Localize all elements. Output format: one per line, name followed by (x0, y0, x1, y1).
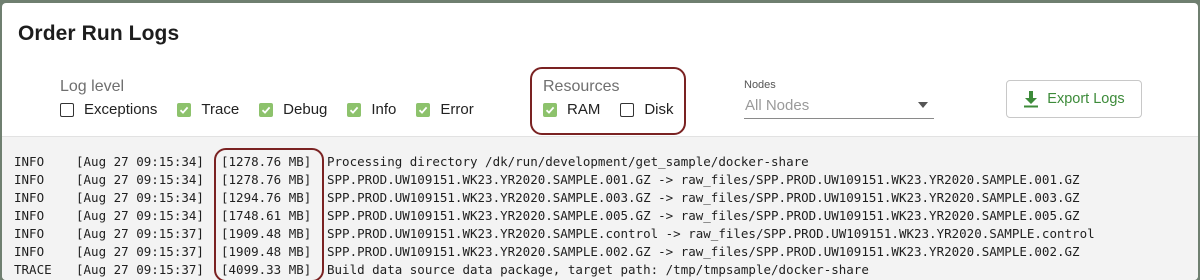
checkbox-box[interactable] (543, 102, 557, 117)
checkbox-label: Exceptions (84, 101, 158, 118)
checkbox-trace[interactable]: Trace (177, 101, 239, 118)
log-line: INFO [Aug 27 09:15:34] [1278.76 MB] SPP.PRO… (14, 171, 1095, 189)
log-line: TRACE [Aug 27 09:15:37] [4099.33 MB] Build … (14, 261, 1095, 279)
export-logs-button[interactable]: Export Logs (1006, 80, 1142, 118)
export-logs-label: Export Logs (1047, 91, 1125, 107)
log-timestamp: [Aug 27 09:15:37] (76, 262, 204, 277)
log-message: SPP.PROD.UW109151.WK23.YR2020.SAMPLE.001… (327, 172, 1080, 187)
log-level: INFO (14, 172, 45, 187)
log-message: SPP.PROD.UW109151.WK23.YR2020.SAMPLE.con… (327, 226, 1095, 241)
log-timestamp: [Aug 27 09:15:34] (76, 208, 204, 223)
checkbox-box[interactable] (416, 102, 431, 117)
log-timestamp: [Aug 27 09:15:34] (76, 172, 204, 187)
log-message: SPP.PROD.UW109151.WK23.YR2020.SAMPLE.003… (327, 190, 1080, 205)
resources-label: Resources (543, 78, 620, 95)
download-icon (1023, 90, 1039, 108)
log-output[interactable]: INFO [Aug 27 09:15:34] [1278.76 MB] Process… (2, 136, 1198, 280)
nodes-label: Nodes (744, 79, 776, 91)
log-message: Processing directory /dk/run/development… (327, 154, 809, 169)
log-timestamp: [Aug 27 09:15:34] (76, 154, 204, 169)
log-timestamp: [Aug 27 09:15:34] (76, 190, 204, 205)
checkbox-disk[interactable]: Disk (620, 101, 674, 118)
log-level: INFO (14, 208, 45, 223)
checkbox-box[interactable] (259, 102, 274, 117)
checkbox-exceptions[interactable]: Exceptions (60, 101, 157, 118)
log-message: Build data source data package, target p… (327, 262, 869, 277)
checkbox-box[interactable] (60, 102, 74, 117)
nodes-select-value: All Nodes (745, 97, 810, 114)
log-level: TRACE (14, 262, 52, 277)
checkbox-debug[interactable]: Debug (259, 101, 327, 118)
resources-options: RAM Disk (543, 101, 694, 118)
checkbox-label: Info (371, 101, 397, 118)
log-timestamp: [Aug 27 09:15:37] (76, 244, 204, 259)
log-line: INFO [Aug 27 09:15:37] [1909.48 MB] SPP.PRO… (14, 225, 1095, 243)
memory-column-highlight (214, 148, 324, 280)
dialog-title: Order Run Logs (18, 22, 180, 45)
log-line: INFO [Aug 27 09:15:34] [1294.76 MB] SPP.PRO… (14, 189, 1095, 207)
log-level: INFO (14, 244, 45, 259)
nodes-select[interactable]: All Nodes (744, 93, 934, 119)
log-message: SPP.PROD.UW109151.WK23.YR2020.SAMPLE.002… (327, 244, 1080, 259)
log-line: INFO [Aug 27 09:15:34] [1748.61 MB] SPP.PRO… (14, 207, 1095, 225)
checkbox-label: Trace (201, 101, 240, 118)
log-message: SPP.PROD.UW109151.WK23.YR2020.SAMPLE.005… (327, 208, 1080, 223)
checkbox-error[interactable]: Error (416, 101, 474, 118)
log-line: INFO [Aug 27 09:15:37] [1909.48 MB] SPP.PRO… (14, 243, 1095, 261)
checkbox-box[interactable] (177, 102, 192, 117)
checkbox-box[interactable] (620, 102, 635, 117)
log-level-options: Exceptions Trace Debug Info Error (60, 101, 494, 118)
checkbox-label: RAM (567, 101, 601, 118)
checkbox-label: Disk (644, 101, 674, 118)
chevron-down-icon[interactable] (918, 102, 928, 108)
log-level: INFO (14, 226, 45, 241)
log-level-label: Log level (60, 78, 125, 95)
checkbox-label: Debug (283, 101, 328, 118)
log-timestamp: [Aug 27 09:15:37] (76, 226, 204, 241)
checkbox-info[interactable]: Info (347, 101, 396, 118)
log-lines: INFO [Aug 27 09:15:34] [1278.76 MB] Process… (14, 153, 1095, 279)
order-run-logs-dialog: Order Run Logs Log level Exceptions Trac… (2, 3, 1198, 280)
log-level: INFO (14, 190, 45, 205)
checkbox-label: Error (440, 101, 474, 118)
log-line: INFO [Aug 27 09:15:34] [1278.76 MB] Process… (14, 153, 1095, 171)
log-level: INFO (14, 154, 45, 169)
checkbox-ram[interactable]: RAM (543, 101, 600, 118)
checkbox-box[interactable] (347, 102, 362, 117)
